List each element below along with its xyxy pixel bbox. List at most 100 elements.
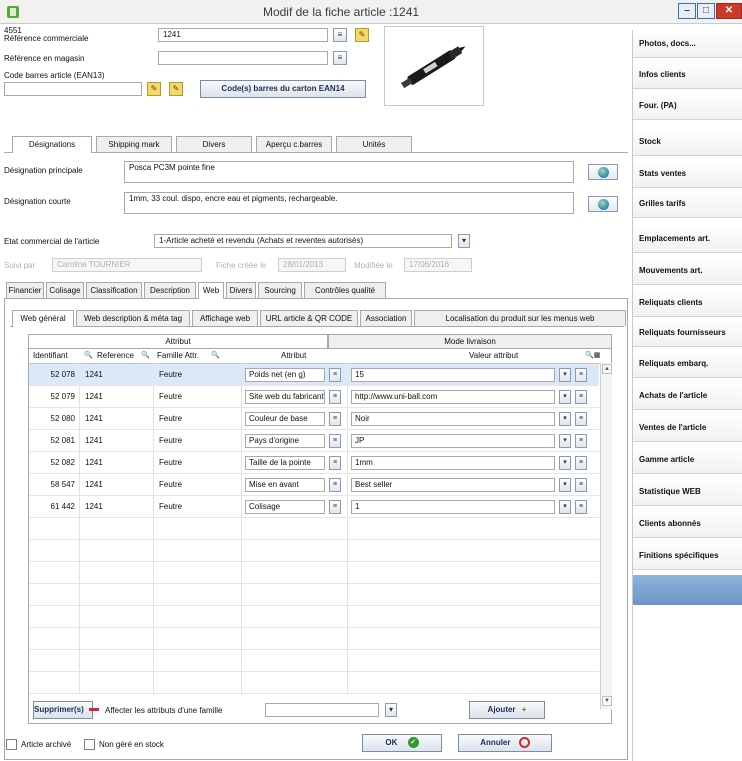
col-identifiant[interactable]: Identifiant <box>33 349 68 363</box>
list-icon[interactable]: ≡ <box>329 368 341 382</box>
list-icon-2[interactable]: ≡ <box>333 51 347 65</box>
ajouter-button[interactable]: Ajouter + <box>469 701 545 719</box>
sidebar-item-stats-ventes[interactable]: Stats ventes <box>633 160 742 188</box>
table-row[interactable]: 61 442 1241 Feutre Colisage ≡ 1 ▾ ≡ <box>29 496 599 518</box>
list-icon[interactable]: ≡ <box>575 412 587 426</box>
tab-classification[interactable]: Classification <box>86 282 142 298</box>
list-icon[interactable]: ≡ <box>329 412 341 426</box>
list-icon[interactable]: ≡ <box>329 456 341 470</box>
table-row[interactable]: 52 078 1241 Feutre Poids net (en g) ≡ 15… <box>29 364 599 386</box>
chevron-down-icon[interactable]: ▾ <box>559 478 571 492</box>
subtab-attribut[interactable]: Attribut <box>28 334 328 348</box>
scan-icon[interactable]: ✎ <box>147 82 161 96</box>
valeur-field[interactable]: Best seller <box>351 478 555 492</box>
tab-colisage[interactable]: Colisage <box>46 282 84 298</box>
chevron-down-icon[interactable]: ▾ <box>559 456 571 470</box>
search-icon[interactable]: 🔍 <box>84 349 93 363</box>
attribut-field[interactable]: Taille de la pointe <box>245 456 325 470</box>
sidebar-item-clients-abonnes[interactable]: Clients abonnés <box>633 510 742 538</box>
valeur-field[interactable]: 15 <box>351 368 555 382</box>
valeur-field[interactable]: 1mm <box>351 456 555 470</box>
sidebar-item-mouvements[interactable]: Mouvements art. <box>633 257 742 285</box>
famille-select[interactable] <box>265 703 379 717</box>
list-icon[interactable]: ≡ <box>333 28 347 42</box>
supprimer-button[interactable]: Supprimer(s) <box>33 701 100 719</box>
chevron-down-icon[interactable]: ▾ <box>559 434 571 448</box>
list-icon[interactable]: ≡ <box>329 434 341 448</box>
table-row[interactable]: 52 082 1241 Feutre Taille de la pointe ≡… <box>29 452 599 474</box>
table-row[interactable]: 52 079 1241 Feutre Site web du fabricant… <box>29 386 599 408</box>
tab-divers-2[interactable]: Divers <box>226 282 256 298</box>
ref-commerciale-input[interactable]: 1241 <box>158 28 328 42</box>
table-row[interactable]: 58 547 1241 Feutre Mise en avant ≡ Best … <box>29 474 599 496</box>
sidebar-item-reliquats-clients[interactable]: Reliquats clients <box>633 289 742 317</box>
list-icon[interactable]: ≡ <box>329 478 341 492</box>
scroll-up-icon[interactable]: ▲ <box>602 364 612 374</box>
sidebar-item-stock[interactable]: Stock <box>633 128 742 156</box>
tab-association[interactable]: Association <box>360 310 412 326</box>
tab-apercu-cbarres[interactable]: Aperçu c.barres <box>256 136 332 152</box>
ref-magasin-input[interactable] <box>158 51 328 65</box>
sidebar-item-achats[interactable]: Achats de l'article <box>633 382 742 410</box>
sidebar-item-reliquats-fournisseurs[interactable]: Reliquats fournisseurs <box>633 319 742 347</box>
product-photo[interactable] <box>384 26 484 106</box>
grid-scrollbar[interactable]: ▲ ▼ <box>600 363 612 709</box>
maximize-button[interactable]: □ <box>697 3 715 19</box>
col-valeur[interactable]: Valeur attribut <box>469 349 518 363</box>
edit-pencil-icon[interactable]: ✎ <box>355 28 369 42</box>
chevron-down-icon[interactable]: ▾ <box>458 234 470 248</box>
list-icon[interactable]: ≡ <box>329 500 341 514</box>
designation-principale-input[interactable]: Posca PC3M pointe fine <box>124 161 574 183</box>
sidebar-item-emplacements[interactable]: Emplacements art. <box>633 225 742 253</box>
valeur-field[interactable]: JP <box>351 434 555 448</box>
attribut-field[interactable]: Site web du fabricant <box>245 390 325 404</box>
close-button[interactable]: ✕ <box>716 3 742 19</box>
tab-affichage-web[interactable]: Affichage web <box>192 310 258 326</box>
attribut-field[interactable]: Pays d'origine <box>245 434 325 448</box>
sidebar-item-four-pa[interactable]: Four. (PA) <box>633 92 742 120</box>
chevron-down-icon[interactable]: ▾ <box>559 500 571 514</box>
grid-tools-icon[interactable]: 🔍▦ <box>585 349 600 363</box>
tab-unites[interactable]: Unités <box>336 136 412 152</box>
tab-shipping-mark[interactable]: Shipping mark <box>96 136 172 152</box>
subtab-mode-livraison[interactable]: Mode livraison <box>328 334 612 348</box>
sidebar-item-statistique-web[interactable]: Statistique WEB <box>633 478 742 506</box>
table-row[interactable]: 52 080 1241 Feutre Couleur de base ≡ Noi… <box>29 408 599 430</box>
list-icon[interactable]: ≡ <box>575 368 587 382</box>
etat-select[interactable]: 1-Article acheté et revendu (Achats et r… <box>154 234 452 248</box>
tab-description[interactable]: Description <box>144 282 196 298</box>
attribut-field[interactable]: Poids net (en g) <box>245 368 325 382</box>
col-attribut[interactable]: Attribut <box>281 349 306 363</box>
globe-translate-icon[interactable] <box>588 164 618 180</box>
stock-checkbox[interactable] <box>84 739 95 750</box>
attribut-field[interactable]: Couleur de base <box>245 412 325 426</box>
sidebar-item-infos-clients[interactable]: Infos clients <box>633 61 742 89</box>
tab-controles-qualite[interactable]: Contrôles qualité <box>304 282 386 298</box>
col-reference[interactable]: Reference <box>97 349 134 363</box>
sidebar-item-finitions[interactable]: Finitions spécifiques <box>633 542 742 570</box>
chevron-down-icon[interactable]: ▾ <box>559 412 571 426</box>
col-famille[interactable]: Famille Attr. <box>157 349 199 363</box>
sidebar-item-reliquats-embarq[interactable]: Reliquats embarq. <box>633 350 742 378</box>
tab-designations[interactable]: Désignations <box>12 136 92 153</box>
list-icon[interactable]: ≡ <box>575 500 587 514</box>
ok-button[interactable]: OK ✓ <box>362 734 442 752</box>
list-icon[interactable]: ≡ <box>575 434 587 448</box>
tab-web[interactable]: Web <box>198 282 224 299</box>
carton-ean14-button[interactable]: Code(s) barres du carton EAN14 <box>200 80 366 98</box>
search-icon-2[interactable]: 🔍 <box>141 349 150 363</box>
list-icon[interactable]: ≡ <box>329 390 341 404</box>
edit-ean-icon[interactable]: ✎ <box>169 82 183 96</box>
tab-divers[interactable]: Divers <box>176 136 252 152</box>
globe-translate-icon-2[interactable] <box>588 196 618 212</box>
sidebar-item-grilles-tarifs[interactable]: Grilles tarifs <box>633 190 742 218</box>
list-icon[interactable]: ≡ <box>575 456 587 470</box>
attribut-field[interactable]: Mise en avant <box>245 478 325 492</box>
scroll-down-icon[interactable]: ▼ <box>602 696 612 706</box>
table-row[interactable]: 52 081 1241 Feutre Pays d'origine ≡ JP ▾… <box>29 430 599 452</box>
tab-sourcing[interactable]: Sourcing <box>258 282 302 298</box>
sidebar-item-gamme[interactable]: Gamme article <box>633 446 742 474</box>
list-icon[interactable]: ≡ <box>575 478 587 492</box>
sidebar-item-ventes[interactable]: Ventes de l'article <box>633 414 742 442</box>
valeur-field[interactable]: http://www.uni-ball.com <box>351 390 555 404</box>
